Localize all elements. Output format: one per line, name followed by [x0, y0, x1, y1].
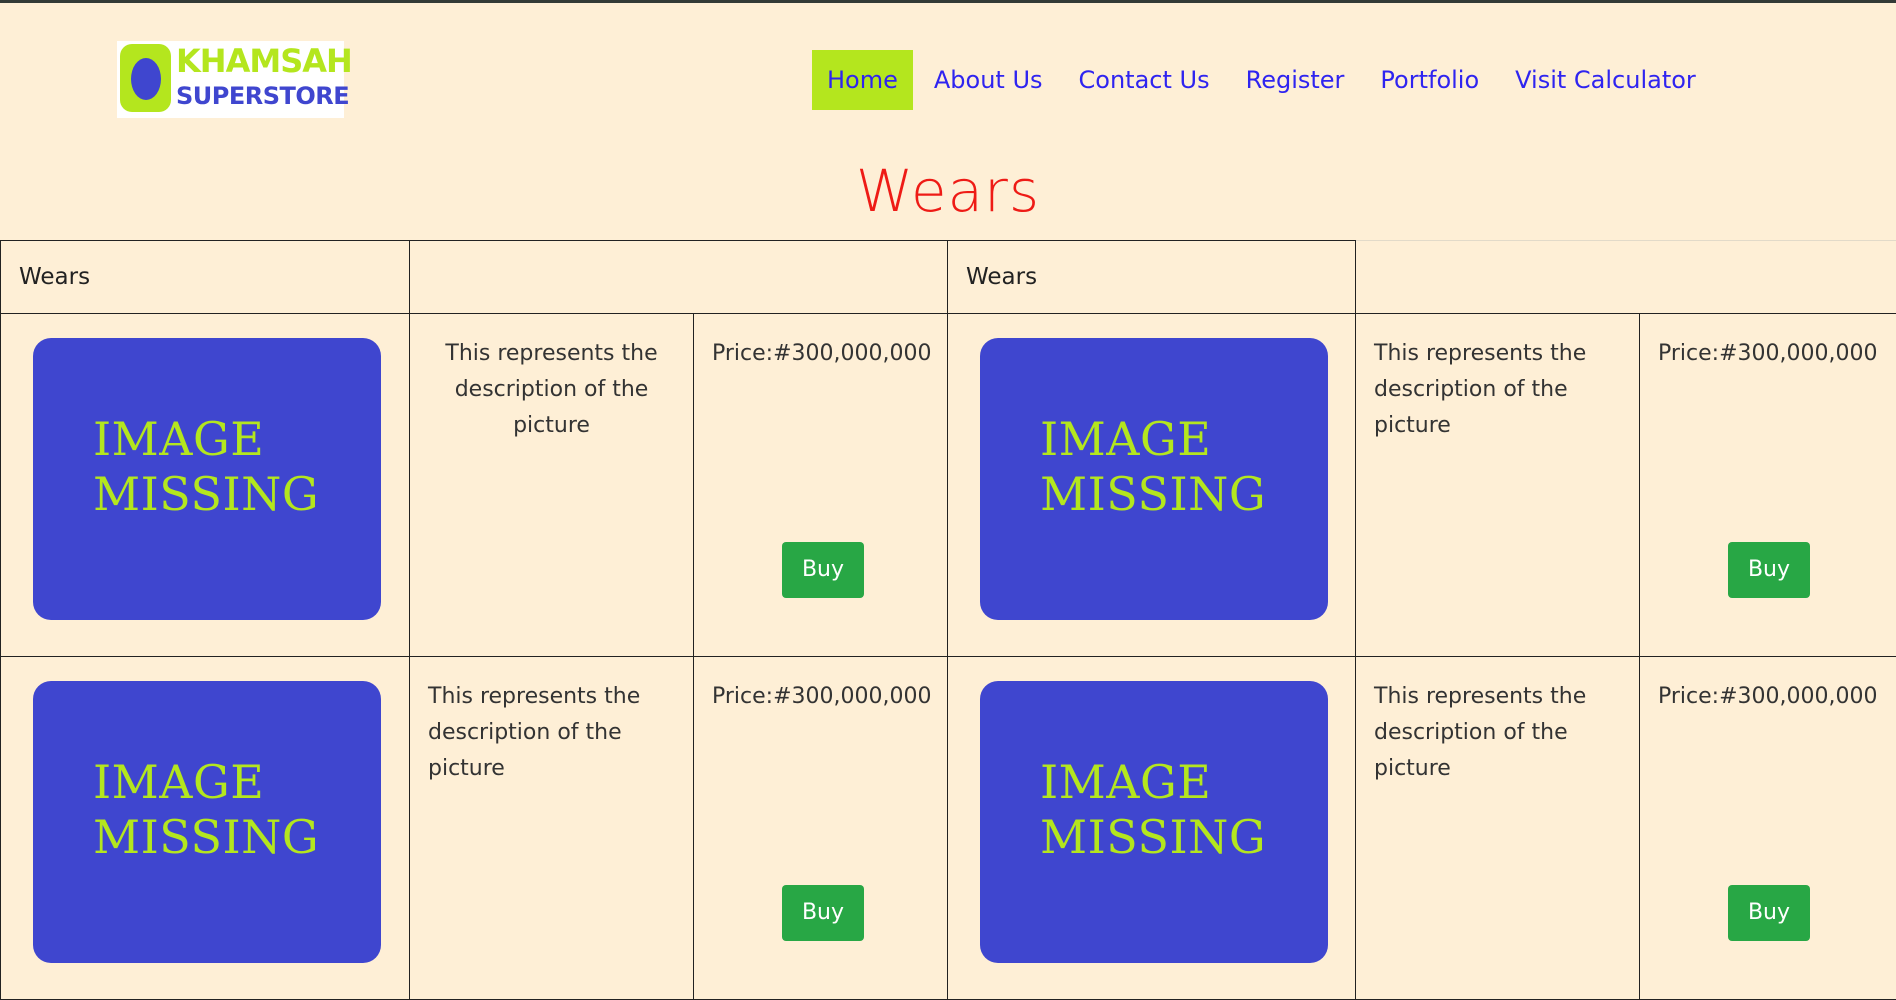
table-header-row: Wears Wears [1, 241, 1896, 314]
product-price-cell: Price:#300,000,000 Buy [1640, 314, 1896, 657]
logo-mark-icon [120, 44, 171, 112]
product-image-cell: IMAGE MISSING [1, 657, 410, 1000]
nav-register-link[interactable]: Register [1231, 50, 1360, 110]
product-image: IMAGE MISSING [980, 338, 1328, 620]
product-price-cell: Price:#300,000,000 Buy [694, 314, 948, 657]
products-table: Wears Wears IMAGE MISSING This represent… [0, 240, 1896, 1000]
column-header [1356, 241, 1896, 314]
buy-button[interactable]: Buy [1728, 885, 1810, 941]
column-header: Wears [1, 241, 410, 314]
product-image: IMAGE MISSING [33, 338, 381, 620]
product-image: IMAGE MISSING [33, 681, 381, 963]
nav-home-link[interactable]: Home [812, 50, 913, 110]
site-header: KHAMSAH SUPERSTORE Home About Us Contact… [0, 3, 1896, 153]
main-nav: Home About Us Contact Us Register Portfo… [812, 50, 1711, 110]
image-missing-text: IMAGE MISSING [1040, 412, 1266, 522]
product-image: IMAGE MISSING [980, 681, 1328, 963]
logo-name-bottom: SUPERSTORE [176, 81, 349, 111]
product-price: Price:#300,000,000 [1658, 684, 1877, 709]
page-title: Wears [0, 157, 1896, 225]
nav-visit-calculator-link[interactable]: Visit Calculator [1500, 50, 1711, 110]
product-price: Price:#300,000,000 [712, 684, 931, 709]
product-image-cell: IMAGE MISSING [948, 657, 1356, 1000]
column-header [410, 241, 948, 314]
column-header: Wears [948, 241, 1356, 314]
logo-name-top: KHAMSAH [176, 43, 352, 79]
image-missing-text: IMAGE MISSING [93, 755, 319, 865]
product-price-cell: Price:#300,000,000 Buy [1640, 657, 1896, 1000]
product-price: Price:#300,000,000 [1658, 341, 1877, 366]
product-description: This represents the description of the p… [1356, 657, 1640, 1000]
product-description: This represents the description of the p… [410, 314, 694, 657]
product-description: This represents the description of the p… [1356, 314, 1640, 657]
table-row: IMAGE MISSING This represents the descri… [1, 314, 1896, 657]
product-image-cell: IMAGE MISSING [1, 314, 410, 657]
nav-contact-us-link[interactable]: Contact Us [1064, 50, 1225, 110]
buy-button[interactable]: Buy [782, 885, 864, 941]
product-description: This represents the description of the p… [410, 657, 694, 1000]
table-row: IMAGE MISSING This represents the descri… [1, 657, 1896, 1000]
product-price: Price:#300,000,000 [712, 341, 931, 366]
khamsah-logo[interactable]: KHAMSAH SUPERSTORE [117, 41, 344, 118]
product-image-cell: IMAGE MISSING [948, 314, 1356, 657]
image-missing-text: IMAGE MISSING [93, 412, 319, 522]
nav-portfolio-link[interactable]: Portfolio [1365, 50, 1494, 110]
buy-button[interactable]: Buy [782, 542, 864, 598]
nav-about-us-link[interactable]: About Us [919, 50, 1058, 110]
buy-button[interactable]: Buy [1728, 542, 1810, 598]
image-missing-text: IMAGE MISSING [1040, 755, 1266, 865]
product-price-cell: Price:#300,000,000 Buy [694, 657, 948, 1000]
